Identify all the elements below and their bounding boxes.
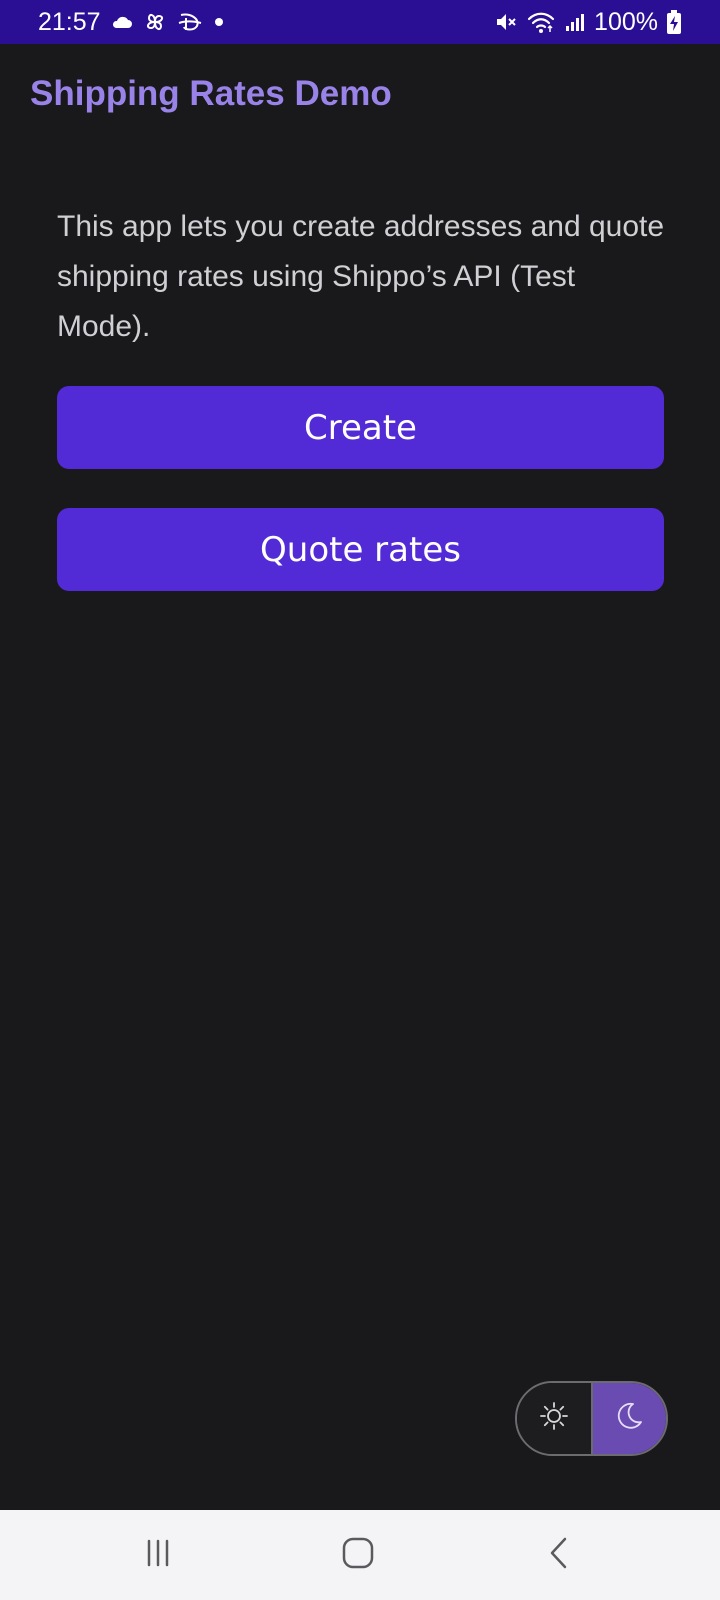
mute-icon: [494, 10, 518, 34]
battery-charging-icon: [666, 9, 682, 35]
status-time: 21:57: [38, 7, 101, 36]
cloud-icon: [111, 14, 133, 30]
quote-rates-button[interactable]: Quote rates: [57, 508, 664, 591]
recents-button[interactable]: [108, 1510, 208, 1600]
back-icon: [545, 1536, 575, 1575]
app-title: Shipping Rates Demo: [30, 74, 392, 113]
navigation-bar: [0, 1510, 720, 1600]
disney-icon: [177, 11, 203, 33]
dot-icon: [213, 16, 225, 28]
battery-percent: 100%: [594, 7, 658, 36]
home-icon: [341, 1536, 375, 1575]
create-button[interactable]: Create: [57, 386, 664, 469]
recents-icon: [142, 1537, 174, 1574]
sun-icon: [538, 1400, 570, 1437]
wifi-icon: [526, 10, 556, 34]
moon-icon: [613, 1400, 645, 1437]
quote-rates-button-label: Quote rates: [260, 529, 461, 570]
description-text: This app lets you create addresses and q…: [57, 210, 665, 343]
create-button-label: Create: [304, 407, 417, 448]
home-button[interactable]: [308, 1510, 408, 1600]
back-button[interactable]: [510, 1510, 610, 1600]
light-mode-toggle[interactable]: [517, 1383, 593, 1454]
status-right: 100%: [494, 0, 682, 44]
signal-icon: [564, 11, 586, 33]
status-left: 21:57: [38, 8, 225, 37]
dark-mode-toggle[interactable]: [592, 1383, 666, 1454]
status-bar: 21:57 100%: [0, 0, 720, 44]
pinwheel-icon: [143, 10, 167, 34]
theme-toggle: [515, 1381, 668, 1456]
